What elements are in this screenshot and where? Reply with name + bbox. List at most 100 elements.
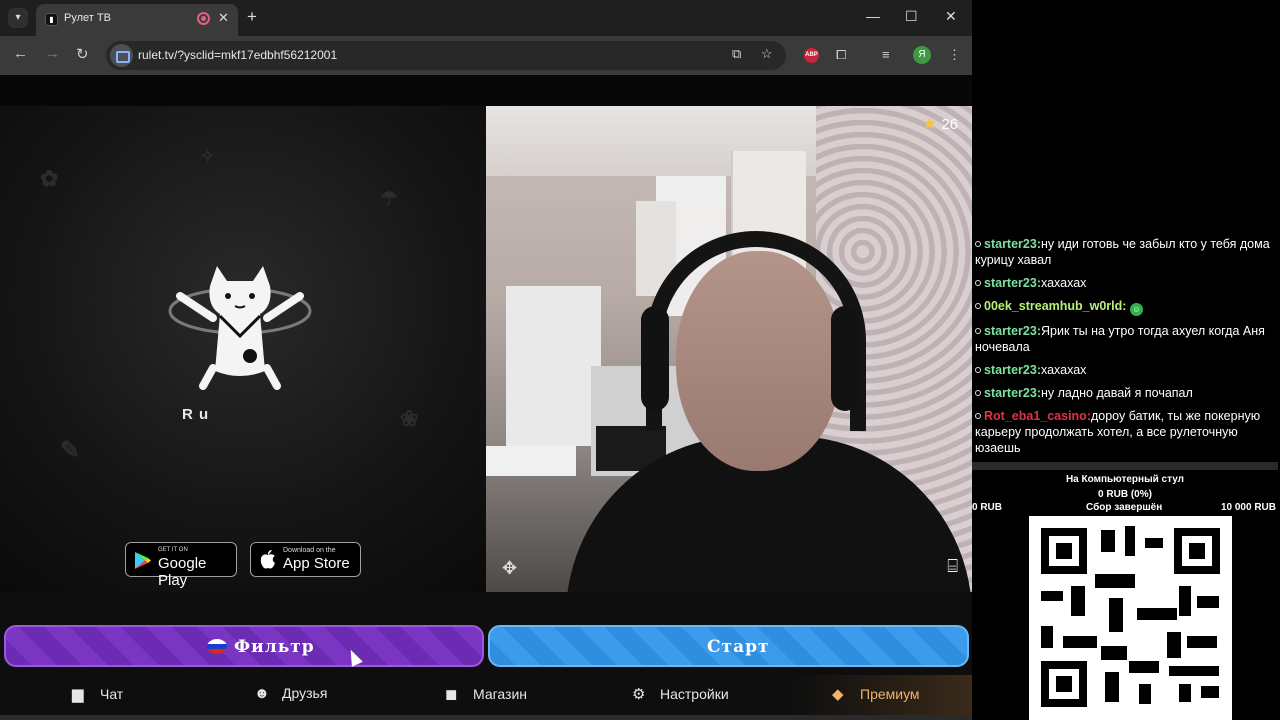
bookmark-star-icon[interactable]: ☆: [761, 46, 773, 62]
qr-finder: [1174, 528, 1220, 574]
star-icon: ★: [922, 114, 938, 133]
install-app-icon[interactable]: ⧉: [732, 46, 741, 62]
nav-friends[interactable]: ☻ Друзья: [254, 685, 327, 702]
tab-search-dropdown-icon[interactable]: ▾: [8, 8, 28, 28]
chat-username: starter23:: [984, 276, 1041, 290]
google-play-button[interactable]: GET IT ON Google Play: [125, 542, 237, 589]
qr-module: [1179, 684, 1191, 702]
chat-message: starter23:ну ладно давай я почапал: [972, 385, 1278, 401]
google-play-icon: [135, 552, 151, 569]
qr-module: [1101, 530, 1115, 552]
emote-icon: ☺: [1129, 303, 1143, 316]
puzzle-icon[interactable]: ✥: [502, 558, 517, 579]
chat-icon: ▆: [72, 686, 84, 703]
qr-finder: [1041, 661, 1087, 707]
screen: ▾ ▮ Рулет ТВ ✕ + — ☐ ✕ ← → ↻ rulet.tv/?y…: [0, 0, 1280, 720]
logo-tagline: R u: [182, 406, 210, 423]
chat-badge-icon: [975, 328, 981, 334]
tab-title: Рулет ТВ: [64, 12, 111, 24]
nav-settings[interactable]: ⚙ Настройки: [632, 685, 729, 703]
qr-module: [1187, 636, 1217, 648]
nav-premium[interactable]: ◆ Премиум: [832, 685, 920, 703]
maximize-button[interactable]: ☐: [905, 8, 918, 25]
qr-module: [1125, 526, 1135, 556]
chat-badge-icon: [975, 390, 981, 396]
chat-username: starter23:: [984, 237, 1041, 251]
page-header-strip: [0, 75, 972, 106]
doodle-decoration: ✎: [60, 437, 81, 464]
chat-message: starter23:хахахах: [972, 362, 1278, 378]
doodle-decoration: ❀: [400, 406, 419, 431]
google-play-label: Google Play: [158, 555, 207, 589]
qr-module: [1095, 574, 1135, 588]
page-content: ✿ ☂ ✎ ❀ ✧ R u GET IT ON Google Play Down…: [0, 75, 972, 720]
gear-icon: ⚙: [632, 686, 646, 703]
url-text[interactable]: rulet.tv/?ysclid=mkf17edbhf56212001: [138, 48, 337, 62]
back-icon[interactable]: ←: [13, 45, 28, 62]
extensions-puzzle-icon[interactable]: ⧠: [836, 47, 846, 63]
chat-message: starter23:хахахах: [972, 275, 1278, 291]
browser-tab-bar: ▾ ▮ Рулет ТВ ✕ + — ☐ ✕: [0, 0, 972, 36]
profile-avatar[interactable]: Я: [913, 46, 931, 64]
minimize-button[interactable]: —: [866, 8, 880, 24]
chat-badge-icon: [975, 241, 981, 247]
app-store-label: App Store: [283, 555, 350, 572]
filter-label: Фильтр: [234, 637, 315, 657]
site-favicon-icon: ▮: [45, 13, 58, 26]
video-scene: [641, 306, 669, 411]
start-label: Старт: [707, 637, 770, 657]
video-scene: [506, 286, 601, 446]
video-scene: [831, 306, 859, 411]
qr-module: [1197, 596, 1219, 608]
browser-tab[interactable]: ▮ Рулет ТВ ✕: [36, 4, 238, 36]
doodle-decoration: ☂: [380, 188, 398, 210]
media-controls-icon[interactable]: ≡: [882, 47, 890, 62]
donation-goal-title: На Компьютерный стул: [1065, 474, 1185, 485]
star-count-value: 26: [941, 116, 958, 133]
filter-button[interactable]: Фильтр: [4, 625, 484, 667]
nav-premium-label: Премиум: [860, 686, 920, 702]
qr-module: [1041, 626, 1053, 648]
doodle-decoration: ✿: [40, 166, 59, 191]
nav-settings-label: Настройки: [660, 686, 729, 702]
new-tab-button[interactable]: +: [247, 7, 257, 27]
adblock-extension-icon[interactable]: ABP: [804, 48, 819, 63]
chat-badge-icon: [975, 280, 981, 286]
tab-close-icon[interactable]: ✕: [218, 10, 229, 26]
forward-icon[interactable]: →: [45, 45, 60, 62]
qr-module: [1167, 632, 1181, 658]
chat-text: хахахах: [1040, 276, 1087, 290]
promo-panel: ✿ ☂ ✎ ❀ ✧ R u GET IT ON Google Play Down…: [0, 106, 486, 592]
close-window-button[interactable]: ✕: [945, 8, 957, 25]
chat-username: starter23:: [984, 363, 1041, 377]
chat-message: Rot_eba1_casino:дороу батик, ты же покер…: [972, 408, 1278, 456]
qr-module: [1169, 666, 1219, 676]
qr-module: [1137, 608, 1177, 620]
russia-flag-icon: [207, 639, 227, 654]
goal-min: 0 RUB: [972, 502, 1003, 513]
nav-shop[interactable]: ◼ Магазин: [445, 685, 527, 703]
nav-chat-label: Чат: [100, 686, 124, 702]
menu-kebab-icon[interactable]: ⋮: [948, 47, 961, 63]
reload-icon[interactable]: ↻: [76, 45, 89, 63]
chat-username: Rot_eba1_casino:: [984, 409, 1091, 423]
site-info-icon[interactable]: [110, 44, 133, 67]
doodle-decoration: ✧: [200, 146, 216, 166]
qr-module: [1139, 684, 1151, 704]
qr-module: [1109, 598, 1123, 632]
stream-overlay: starter23:ну иди готовь че забыл кто у т…: [972, 0, 1280, 720]
chat-message: starter23:ну иди готовь че забыл кто у т…: [972, 236, 1278, 268]
chat-username: starter23:: [984, 324, 1041, 338]
app-store-button[interactable]: Download on the App Store: [250, 542, 361, 577]
address-bar[interactable]: rulet.tv/?ysclid=mkf17edbhf56212001 ⧉ ☆: [106, 41, 786, 70]
webcam-video: ★ 26 ✥ ⌸: [486, 106, 972, 592]
start-button[interactable]: Старт: [488, 625, 969, 667]
qr-module: [1145, 538, 1163, 548]
chat-badge-icon: [975, 367, 981, 373]
rulet-cat-logo: [168, 266, 312, 390]
nav-chat[interactable]: ▆ Чат: [72, 685, 123, 703]
qr-module: [1201, 686, 1219, 698]
star-counter[interactable]: ★ 26: [922, 114, 958, 134]
gift-icon[interactable]: ⌸: [947, 556, 958, 577]
google-play-small-text: GET IT ON: [158, 547, 188, 553]
